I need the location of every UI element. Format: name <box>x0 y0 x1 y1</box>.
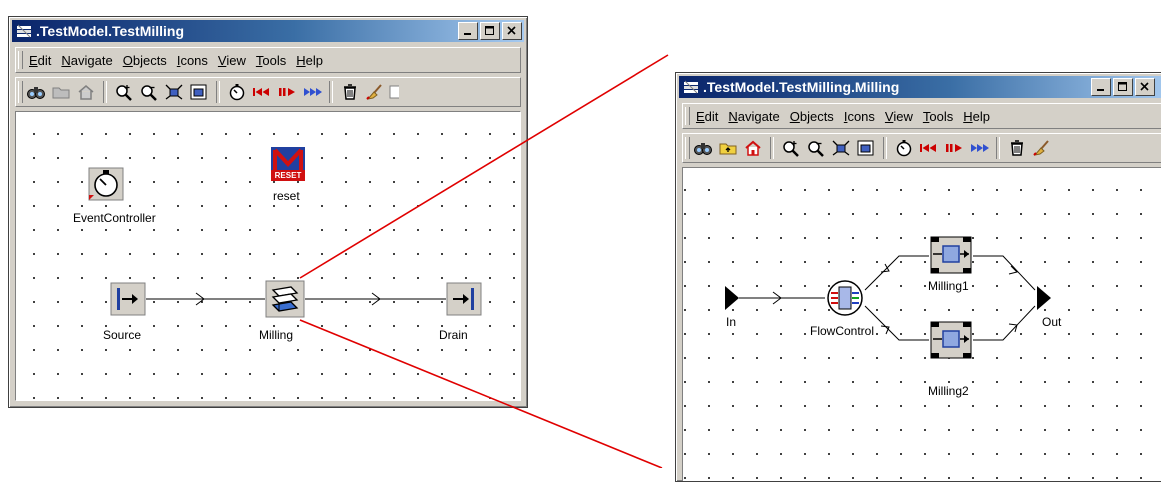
zoom-connector-lines <box>299 54 669 468</box>
